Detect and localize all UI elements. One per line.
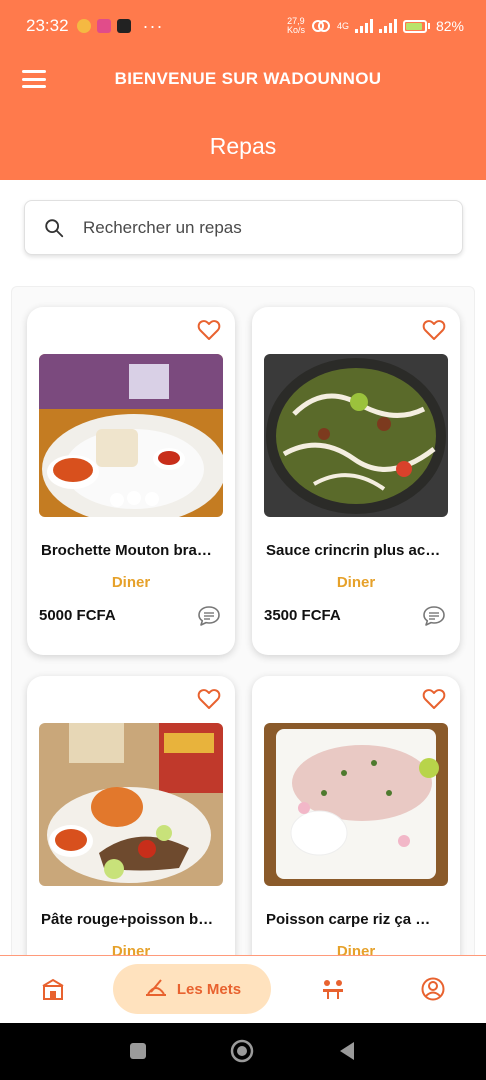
dining-table-icon (323, 980, 343, 999)
meal-price: 3500 FCFA (264, 607, 341, 624)
signal-icon (354, 19, 373, 33)
meal-photo (39, 354, 223, 517)
heart-icon[interactable] (422, 319, 446, 341)
battery-icon (402, 19, 430, 33)
system-nav-bar (0, 1023, 486, 1080)
meal-name: Poisson carpe riz ça … (266, 911, 431, 928)
heart-icon[interactable] (422, 688, 446, 710)
comment-icon[interactable] (422, 605, 446, 627)
meal-grid: Brochette Mouton bra… Diner 5000 FCFA Sa… (11, 286, 475, 986)
notification-icons (76, 19, 131, 33)
search-input[interactable] (83, 217, 423, 238)
search-bar[interactable] (24, 200, 463, 255)
bottom-nav: Les Mets (0, 955, 486, 1023)
nav-restaurant[interactable] (28, 964, 78, 1014)
meal-card[interactable]: Brochette Mouton bra… Diner 5000 FCFA (27, 307, 235, 655)
status-time: 23:32 (26, 16, 69, 35)
signal-2-icon (378, 19, 397, 33)
status-bar: 23:32 ··· 27,9 Ko/s 4G 82% (26, 14, 464, 38)
meal-name: Brochette Mouton bra… (41, 542, 212, 559)
heart-icon[interactable] (197, 688, 221, 710)
comment-icon[interactable] (197, 605, 221, 627)
network-speed: 27,9 Ko/s (286, 16, 305, 35)
meal-name: Sauce crincrin plus ac… (266, 542, 441, 559)
more-notifications-icon: ··· (142, 15, 164, 36)
app-header: 23:32 ··· 27,9 Ko/s 4G 82% BIENVENUE SUR… (0, 0, 486, 180)
home-button[interactable] (230, 1039, 254, 1063)
app-title: BIENVENUE SUR WADOUNNOU (114, 69, 382, 88)
page-title: Repas (209, 133, 277, 159)
battery-percent: 82% (435, 18, 464, 34)
back-button[interactable] (338, 1041, 356, 1061)
search-icon (45, 218, 64, 237)
meal-name: Pâte rouge+poisson b… (41, 911, 214, 928)
nav-profile[interactable] (408, 964, 458, 1014)
instagram-icon (96, 19, 111, 33)
restaurant-icon (42, 978, 64, 1000)
meal-price: 5000 FCFA (39, 607, 116, 624)
nav-tables[interactable] (308, 964, 358, 1014)
heart-icon[interactable] (197, 319, 221, 341)
meal-category: Diner (336, 574, 376, 591)
recents-button[interactable] (129, 1042, 147, 1060)
nav-les-mets-label: Les Mets (176, 980, 242, 998)
profile-icon (421, 977, 445, 1001)
meal-card[interactable]: Pâte rouge+poisson b… Diner (27, 676, 235, 985)
meal-category: Diner (111, 574, 151, 591)
meal-photo (39, 723, 223, 886)
meal-card[interactable]: Poisson carpe riz ça … Diner (252, 676, 460, 985)
meal-card[interactable]: Sauce crincrin plus ac… Diner 3500 FCFA (252, 307, 460, 655)
tiktok-icon (116, 19, 131, 33)
network-type: 4G (336, 21, 349, 31)
photos-app-icon (76, 19, 91, 33)
meal-photo (264, 723, 448, 886)
dish-icon (145, 979, 166, 996)
meal-photo (264, 354, 448, 517)
nav-les-mets[interactable]: Les Mets (113, 964, 271, 1014)
hotspot-icon (311, 20, 330, 32)
